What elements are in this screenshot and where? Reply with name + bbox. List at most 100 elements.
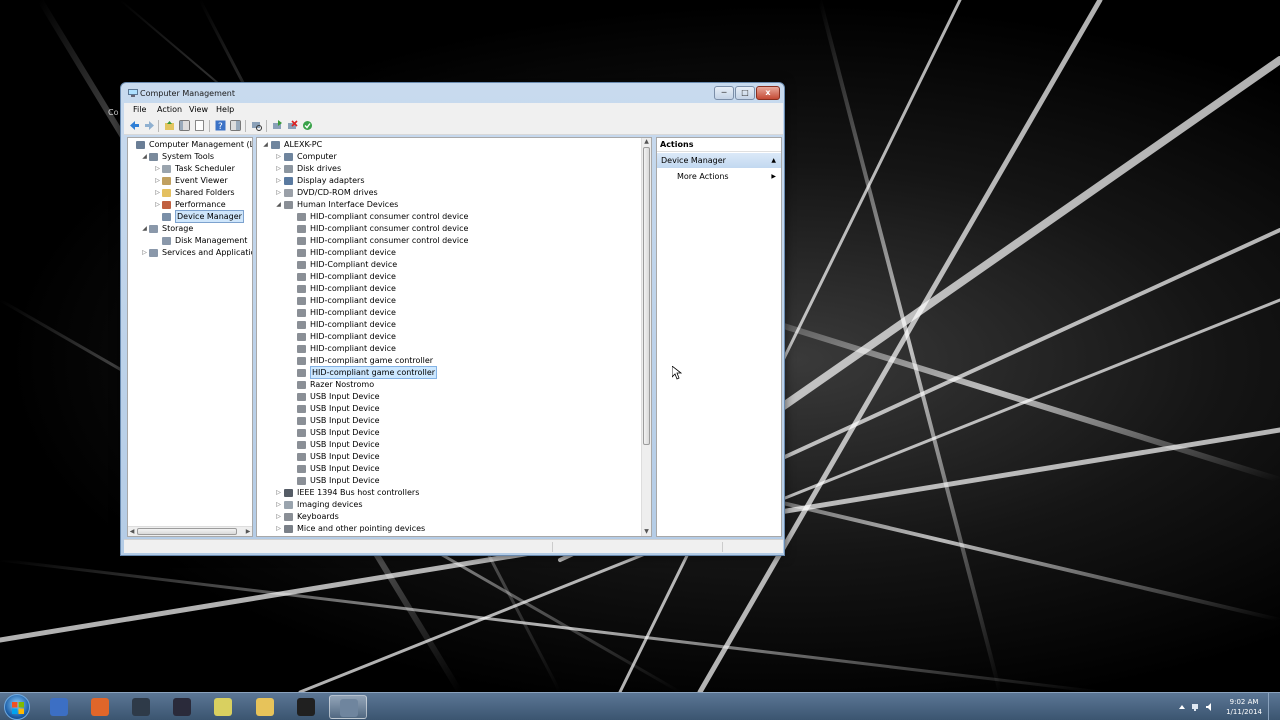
scroll-right-arrow-icon[interactable]: ▶: [244, 527, 252, 536]
start-button[interactable]: [4, 694, 30, 720]
device-item-hid-compliant-consumer-control-device[interactable]: HID-compliant consumer control device: [257, 223, 651, 235]
device-item-imaging-devices[interactable]: ▷ Imaging devices: [257, 499, 651, 511]
scan-hardware-changes-icon[interactable]: [251, 120, 262, 131]
device-item-usb-input-device[interactable]: USB Input Device: [257, 451, 651, 463]
device-item-ieee-1394-bus-host-controllers[interactable]: ▷ IEEE 1394 Bus host controllers: [257, 487, 651, 499]
desktop-icon-label[interactable]: Co: [108, 108, 118, 117]
device-item-display-adapters[interactable]: ▷ Display adapters: [257, 175, 651, 187]
taskbar-app-notes[interactable]: [204, 695, 242, 719]
tree-item-task-scheduler[interactable]: ▷ Task Scheduler: [128, 163, 252, 175]
collapse-arrow-icon[interactable]: ◢: [141, 151, 148, 163]
device-item-hid-compliant-device[interactable]: HID-compliant device: [257, 307, 651, 319]
expand-arrow-icon[interactable]: ▷: [275, 499, 282, 511]
maximize-button[interactable]: □: [735, 86, 755, 100]
device-item-usb-input-device[interactable]: USB Input Device: [257, 475, 651, 487]
device-item-usb-input-device[interactable]: USB Input Device: [257, 415, 651, 427]
device-item-hid-compliant-device[interactable]: HID-compliant device: [257, 271, 651, 283]
collapse-arrow-icon[interactable]: ◢: [275, 199, 282, 211]
tree-item-computer-management-local[interactable]: Computer Management (Local: [128, 139, 252, 151]
device-item-razer-nostromo[interactable]: Razer Nostromo: [257, 379, 651, 391]
help-icon[interactable]: ?: [215, 120, 226, 131]
expand-arrow-icon[interactable]: ▷: [154, 175, 161, 187]
device-item-hid-compliant-device[interactable]: HID-Compliant device: [257, 259, 651, 271]
forward-arrow-icon[interactable]: [144, 120, 155, 131]
collapse-arrow-icon[interactable]: ◢: [262, 139, 269, 151]
volume-icon[interactable]: [1206, 703, 1214, 711]
taskbar-app-obs[interactable]: [287, 695, 325, 719]
expand-arrow-icon[interactable]: ▷: [275, 163, 282, 175]
device-item-hid-compliant-device[interactable]: HID-compliant device: [257, 319, 651, 331]
device-item-usb-input-device[interactable]: USB Input Device: [257, 391, 651, 403]
device-tree-pane[interactable]: ◢ ALEXK-PC ▷ Computer ▷ Disk drives ▷ Display a…: [256, 137, 652, 537]
device-item-hid-compliant-device[interactable]: HID-compliant device: [257, 247, 651, 259]
expand-arrow-icon[interactable]: ▷: [154, 199, 161, 211]
taskbar-app-monitor[interactable]: [122, 695, 160, 719]
device-item-hid-compliant-consumer-control-device[interactable]: HID-compliant consumer control device: [257, 235, 651, 247]
expand-arrow-icon[interactable]: ▷: [141, 247, 148, 259]
taskbar-app-remote[interactable]: [40, 695, 78, 719]
menu-action[interactable]: Action: [157, 105, 182, 114]
menu-help[interactable]: Help: [216, 105, 234, 114]
back-arrow-icon[interactable]: [129, 120, 140, 131]
close-button[interactable]: x: [756, 86, 780, 100]
enable-device-icon[interactable]: [302, 120, 313, 131]
device-item-computer[interactable]: ▷ Computer: [257, 151, 651, 163]
device-item-hid-compliant-device[interactable]: HID-compliant device: [257, 283, 651, 295]
expand-arrow-icon[interactable]: ▷: [275, 187, 282, 199]
tree-item-shared-folders[interactable]: ▷ Shared Folders: [128, 187, 252, 199]
tree-item-device-manager[interactable]: Device Manager: [128, 210, 252, 223]
show-hide-console-tree-icon[interactable]: [179, 120, 190, 131]
expand-arrow-icon[interactable]: ▷: [275, 175, 282, 187]
taskbar-app-computer-management[interactable]: [329, 695, 367, 719]
expand-arrow-icon[interactable]: ▷: [154, 163, 161, 175]
taskbar-app-firefox[interactable]: [81, 695, 119, 719]
scrollbar-thumb[interactable]: [137, 528, 237, 535]
show-desktop-button[interactable]: [1268, 693, 1280, 720]
show-action-pane-icon[interactable]: [230, 120, 241, 131]
show-hidden-icons-icon[interactable]: [1178, 703, 1186, 711]
expand-arrow-icon[interactable]: ▷: [275, 523, 282, 535]
scroll-down-arrow-icon[interactable]: ▼: [642, 528, 651, 536]
minimize-button[interactable]: ─: [714, 86, 734, 100]
console-tree-pane[interactable]: Computer Management (Local◢System Tools▷…: [127, 137, 253, 537]
actions-section-device-manager[interactable]: Device Manager ▲: [657, 153, 781, 168]
device-item-usb-input-device[interactable]: USB Input Device: [257, 403, 651, 415]
expand-arrow-icon[interactable]: ▷: [275, 487, 282, 499]
scroll-left-arrow-icon[interactable]: ◀: [128, 527, 136, 536]
device-item-keyboards[interactable]: ▷ Keyboards: [257, 511, 651, 523]
expand-arrow-icon[interactable]: ▷: [275, 511, 282, 523]
device-item-hid-compliant-consumer-control-device[interactable]: HID-compliant consumer control device: [257, 211, 651, 223]
tree-item-storage[interactable]: ◢ Storage: [128, 223, 252, 235]
device-item-usb-input-device[interactable]: USB Input Device: [257, 463, 651, 475]
taskbar-app-visual-studio[interactable]: [163, 695, 201, 719]
device-item-dvd-cd-rom-drives[interactable]: ▷ DVD/CD-ROM drives: [257, 187, 651, 199]
scroll-up-arrow-icon[interactable]: ▲: [642, 138, 651, 146]
device-item-alexk-pc[interactable]: ◢ ALEXK-PC: [257, 139, 651, 151]
up-folder-icon[interactable]: [164, 120, 175, 131]
system-clock[interactable]: 9:02 AM 1/11/2014: [1226, 697, 1262, 717]
menu-view[interactable]: View: [189, 105, 208, 114]
tree-item-services-and-applications[interactable]: ▷ Services and Applications: [128, 247, 252, 259]
properties-sheet-icon[interactable]: [194, 120, 205, 131]
console-tree-horizontal-scrollbar[interactable]: ◀ ▶: [128, 526, 252, 536]
network-icon[interactable]: [1192, 703, 1200, 711]
uninstall-device-icon[interactable]: [287, 120, 298, 131]
tree-item-system-tools[interactable]: ◢ System Tools: [128, 151, 252, 163]
collapse-arrow-icon[interactable]: ◢: [141, 223, 148, 235]
device-tree-vertical-scrollbar[interactable]: ▲ ▼: [641, 138, 651, 536]
device-item-usb-input-device[interactable]: USB Input Device: [257, 427, 651, 439]
expand-arrow-icon[interactable]: ▷: [275, 151, 282, 163]
title-bar[interactable]: Computer Management ─ □ x: [121, 83, 784, 103]
scrollbar-thumb[interactable]: [643, 147, 650, 445]
device-item-hid-compliant-device[interactable]: HID-compliant device: [257, 343, 651, 355]
menu-file[interactable]: File: [133, 105, 146, 114]
more-actions-item[interactable]: More Actions ▶: [657, 170, 781, 183]
device-item-disk-drives[interactable]: ▷ Disk drives: [257, 163, 651, 175]
device-item-mice-and-other-pointing-devices[interactable]: ▷ Mice and other pointing devices: [257, 523, 651, 535]
expand-arrow-icon[interactable]: ▷: [154, 187, 161, 199]
tree-item-event-viewer[interactable]: ▷ Event Viewer: [128, 175, 252, 187]
device-item-human-interface-devices[interactable]: ◢ Human Interface Devices: [257, 199, 651, 211]
collapse-chevron-icon[interactable]: ▲: [771, 153, 776, 168]
device-item-hid-compliant-device[interactable]: HID-compliant device: [257, 331, 651, 343]
taskbar-app-explorer[interactable]: [246, 695, 284, 719]
